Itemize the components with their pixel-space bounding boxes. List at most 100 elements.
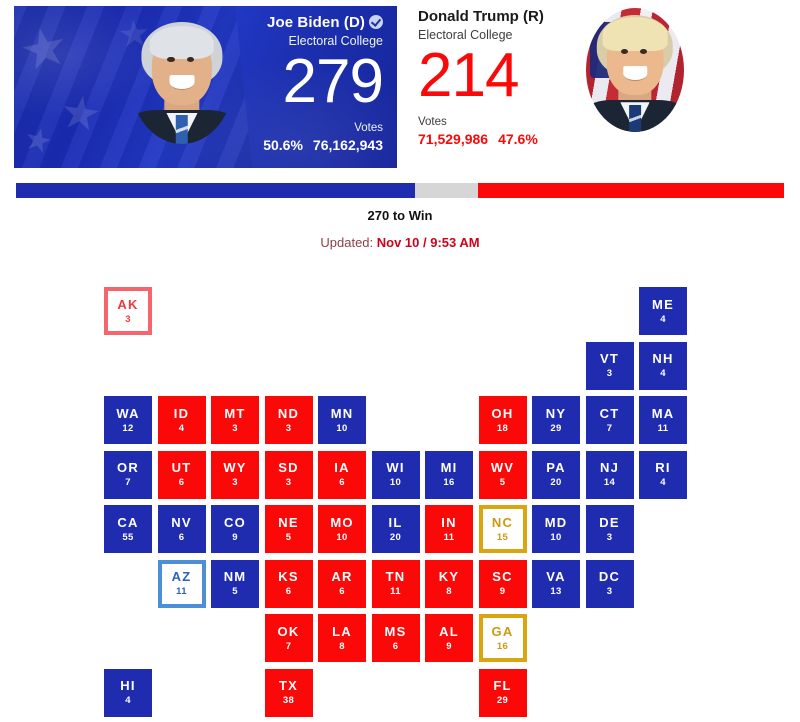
state-tile-ny[interactable]: NY 29 [532, 396, 580, 444]
state-tile-tn[interactable]: TN 11 [371, 559, 420, 608]
state-abbreviation: WI [386, 460, 405, 476]
state-abbreviation: TN [385, 569, 406, 585]
state-tile-sd[interactable]: SD 3 [264, 450, 313, 499]
state-electoral-votes: 10 [389, 477, 402, 489]
state-tile-md[interactable]: MD 10 [532, 505, 580, 553]
state-tile-mt[interactable]: MT 3 [211, 396, 259, 444]
state-tile-ks[interactable]: KS 6 [264, 559, 313, 608]
state-electoral-votes: 6 [285, 586, 292, 598]
state-electoral-votes: 10 [336, 531, 348, 543]
state-electoral-votes: 5 [499, 477, 506, 489]
state-electoral-votes: 11 [657, 422, 669, 434]
state-electoral-votes: 6 [178, 477, 185, 489]
state-abbreviation: WA [116, 405, 140, 421]
state-tile-il[interactable]: IL 20 [371, 505, 420, 553]
state-electoral-votes: 14 [603, 477, 616, 489]
state-tile-al[interactable]: AL 9 [425, 614, 473, 662]
state-tile-nj[interactable]: NJ 14 [585, 450, 634, 499]
state-abbreviation: AL [439, 623, 459, 639]
state-tile-nh[interactable]: NH 4 [639, 341, 687, 390]
state-electoral-votes: 55 [122, 531, 134, 543]
state-tile-nm[interactable]: NM 5 [211, 559, 259, 608]
state-tile-ri[interactable]: RI 4 [639, 450, 687, 499]
state-tile-ok[interactable]: OK 7 [264, 614, 313, 662]
electoral-progress-bar [16, 183, 784, 198]
state-tile-ar[interactable]: AR 6 [318, 559, 366, 608]
state-tile-id[interactable]: ID 4 [157, 396, 206, 444]
state-tile-dc[interactable]: DC 3 [585, 559, 634, 608]
star-icon: ★ [56, 84, 105, 142]
to-win-label: 270 to Win [367, 208, 433, 223]
state-tile-ma[interactable]: MA 11 [639, 396, 687, 444]
state-tile-or[interactable]: OR 7 [104, 450, 152, 499]
state-electoral-votes: 7 [285, 640, 292, 652]
state-tile-oh[interactable]: OH 18 [478, 396, 527, 444]
state-electoral-votes: 4 [178, 422, 185, 434]
state-tile-tx[interactable]: TX 38 [264, 668, 313, 717]
republican-vote-percent: 47.6% [498, 131, 538, 147]
state-abbreviation: NM [223, 569, 247, 585]
state-tile-wa[interactable]: WA 12 [104, 396, 152, 444]
state-tile-pa[interactable]: PA 20 [532, 450, 580, 499]
state-tile-de[interactable]: DE 3 [585, 505, 634, 553]
state-tile-la[interactable]: LA 8 [318, 614, 366, 662]
state-electoral-votes: 11 [390, 586, 401, 598]
state-tile-mo[interactable]: MO 10 [318, 505, 366, 553]
state-abbreviation: MN [330, 405, 354, 421]
state-tile-ne[interactable]: NE 5 [264, 505, 313, 553]
democrat-votes-label: Votes [354, 122, 383, 134]
state-electoral-votes: 9 [499, 586, 506, 598]
state-tile-ia[interactable]: IA 6 [318, 450, 366, 499]
state-abbreviation: SC [492, 569, 513, 585]
state-tile-ct[interactable]: CT 7 [585, 396, 634, 444]
state-electoral-votes: 3 [285, 422, 292, 434]
state-abbreviation: NH [652, 351, 674, 367]
state-tile-ga[interactable]: GA 16 [478, 614, 527, 662]
state-electoral-votes: 29 [550, 422, 562, 434]
state-electoral-votes: 15 [496, 531, 509, 543]
state-electoral-votes: 4 [125, 695, 131, 707]
state-abbreviation: MD [544, 514, 568, 530]
state-abbreviation: HI [120, 678, 136, 694]
state-abbreviation: MI [440, 460, 458, 476]
state-tile-ms[interactable]: MS 6 [371, 614, 420, 662]
republican-popular-votes: 71,529,986 [418, 131, 489, 147]
state-tile-mi[interactable]: MI 16 [425, 450, 473, 499]
state-tile-nd[interactable]: ND 3 [264, 396, 313, 444]
state-electoral-votes: 3 [606, 586, 613, 598]
state-tile-va[interactable]: VA 13 [532, 559, 580, 608]
state-tile-nc[interactable]: NC 15 [478, 505, 527, 553]
state-tile-fl[interactable]: FL 29 [478, 668, 527, 717]
state-tile-mn[interactable]: MN 10 [318, 396, 366, 444]
state-abbreviation: DE [599, 514, 620, 530]
state-tile-az[interactable]: AZ 11 [157, 559, 206, 608]
state-abbreviation: OH [491, 405, 514, 421]
state-abbreviation: NE [278, 514, 299, 530]
state-tile-vt[interactable]: VT 3 [585, 341, 634, 390]
state-tile-ky[interactable]: KY 8 [425, 559, 473, 608]
state-tile-wv[interactable]: WV 5 [478, 450, 527, 499]
state-electoral-votes: 11 [443, 531, 455, 543]
state-electoral-votes: 3 [232, 422, 238, 434]
state-tile-sc[interactable]: SC 9 [478, 559, 527, 608]
state-abbreviation: FL [493, 678, 512, 694]
state-tile-ut[interactable]: UT 6 [157, 450, 206, 499]
state-tile-co[interactable]: CO 9 [211, 505, 259, 553]
state-tile-me[interactable]: ME 4 [639, 287, 687, 335]
state-tile-wy[interactable]: WY 3 [211, 450, 259, 499]
republican-results-block[interactable]: Donald Trump (R) Electoral College 214 V… [418, 8, 544, 148]
state-electoral-votes: 5 [285, 531, 292, 543]
democrat-candidate-photo [130, 14, 234, 144]
state-tile-nv[interactable]: NV 6 [157, 505, 206, 553]
state-electoral-votes: 3 [285, 477, 292, 489]
state-tile-hi[interactable]: HI 4 [104, 668, 152, 717]
state-tile-ak[interactable]: AK 3 [104, 287, 152, 335]
state-electoral-votes: 38 [282, 695, 295, 707]
state-electoral-votes: 6 [339, 586, 345, 598]
state-tile-in[interactable]: IN 11 [425, 505, 473, 553]
state-electoral-votes: 13 [550, 586, 562, 598]
state-tile-wi[interactable]: WI 10 [371, 450, 420, 499]
state-tile-ca[interactable]: CA 55 [104, 505, 152, 553]
democrat-candidate-panel[interactable]: ★ ★ ★ ★ Joe Biden (D) Electoral College [14, 6, 397, 168]
state-electoral-votes: 12 [122, 422, 134, 434]
